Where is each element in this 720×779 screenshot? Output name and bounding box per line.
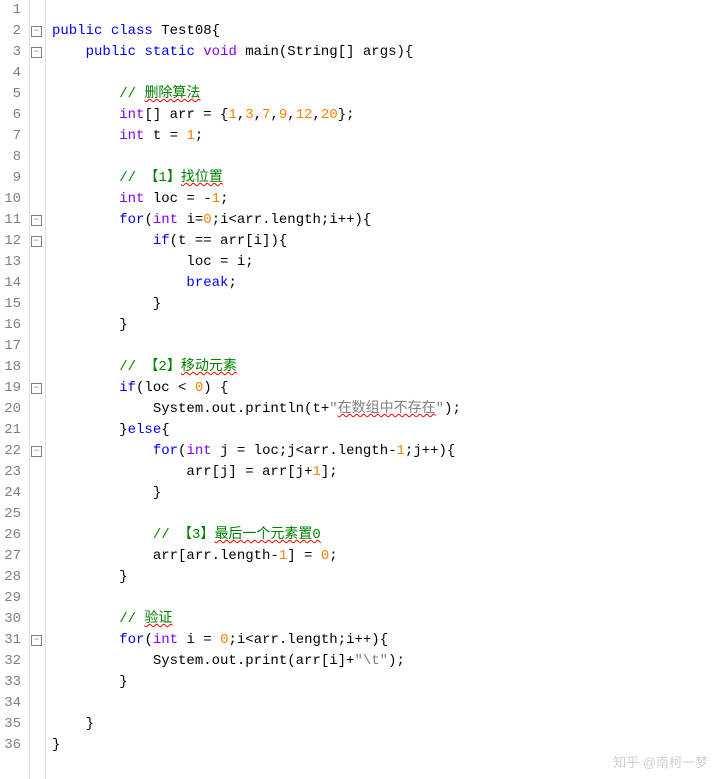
code-line[interactable]: for(int j = loc;j<arr.length-1;j++){ — [52, 441, 720, 462]
code-line[interactable] — [52, 588, 720, 609]
code-line[interactable]: } — [52, 567, 720, 588]
code-line[interactable]: for(int i = 0;i<arr.length;i++){ — [52, 630, 720, 651]
line-number: 8 — [4, 147, 21, 168]
line-number: 11 — [4, 210, 21, 231]
code-line[interactable] — [52, 336, 720, 357]
line-number: 23 — [4, 462, 21, 483]
code-line[interactable] — [52, 693, 720, 714]
code-line[interactable]: public static void main(String[] args){ — [52, 42, 720, 63]
line-number: 30 — [4, 609, 21, 630]
fold-toggle-icon[interactable]: − — [31, 446, 42, 457]
code-line[interactable]: // 删除算法 — [52, 84, 720, 105]
fold-toggle-icon[interactable]: − — [31, 26, 42, 37]
code-line[interactable]: } — [52, 735, 720, 756]
line-number: 34 — [4, 693, 21, 714]
line-number: 10 — [4, 189, 21, 210]
code-line[interactable]: // 验证 — [52, 609, 720, 630]
code-line[interactable]: int t = 1; — [52, 126, 720, 147]
line-number: 27 — [4, 546, 21, 567]
line-number: 28 — [4, 567, 21, 588]
code-line[interactable]: System.out.println(t+"在数组中不存在"); — [52, 399, 720, 420]
line-number: 5 — [4, 84, 21, 105]
line-number: 16 — [4, 315, 21, 336]
line-number-gutter: 1234567891011121314151617181920212223242… — [0, 0, 30, 779]
code-line[interactable]: if(t == arr[i]){ — [52, 231, 720, 252]
code-area[interactable]: public class Test08{ public static void … — [46, 0, 720, 779]
line-number: 26 — [4, 525, 21, 546]
fold-toggle-icon[interactable]: − — [31, 47, 42, 58]
code-line[interactable]: arr[j] = arr[j+1]; — [52, 462, 720, 483]
line-number: 24 — [4, 483, 21, 504]
line-number: 3 — [4, 42, 21, 63]
line-number: 32 — [4, 651, 21, 672]
line-number: 21 — [4, 420, 21, 441]
line-number: 7 — [4, 126, 21, 147]
code-line[interactable]: // 【2】移动元素 — [52, 357, 720, 378]
code-line[interactable]: } — [52, 294, 720, 315]
code-line[interactable]: }else{ — [52, 420, 720, 441]
line-number: 9 — [4, 168, 21, 189]
line-number: 35 — [4, 714, 21, 735]
code-line[interactable]: } — [52, 315, 720, 336]
line-number: 36 — [4, 735, 21, 756]
code-line[interactable]: int loc = -1; — [52, 189, 720, 210]
line-number: 29 — [4, 588, 21, 609]
code-line[interactable]: } — [52, 672, 720, 693]
fold-column: − − − − − − − — [30, 0, 46, 779]
code-line[interactable]: break; — [52, 273, 720, 294]
code-line[interactable] — [52, 63, 720, 84]
code-line[interactable]: loc = i; — [52, 252, 720, 273]
code-line[interactable]: } — [52, 714, 720, 735]
line-number: 15 — [4, 294, 21, 315]
code-line[interactable]: int[] arr = {1,3,7,9,12,20}; — [52, 105, 720, 126]
line-number: 13 — [4, 252, 21, 273]
line-number: 1 — [4, 0, 21, 21]
code-line[interactable]: System.out.print(arr[i]+"\t"); — [52, 651, 720, 672]
fold-toggle-icon[interactable]: − — [31, 635, 42, 646]
code-line[interactable]: // 【1】找位置 — [52, 168, 720, 189]
fold-toggle-icon[interactable]: − — [31, 236, 42, 247]
code-line[interactable]: arr[arr.length-1] = 0; — [52, 546, 720, 567]
line-number: 25 — [4, 504, 21, 525]
line-number: 14 — [4, 273, 21, 294]
code-line[interactable] — [52, 147, 720, 168]
code-line[interactable]: if(loc < 0) { — [52, 378, 720, 399]
code-line[interactable]: } — [52, 483, 720, 504]
line-number: 20 — [4, 399, 21, 420]
code-editor: 1234567891011121314151617181920212223242… — [0, 0, 720, 779]
line-number: 6 — [4, 105, 21, 126]
code-line[interactable]: public class Test08{ — [52, 21, 720, 42]
fold-toggle-icon[interactable]: − — [31, 383, 42, 394]
line-number: 4 — [4, 63, 21, 84]
fold-toggle-icon[interactable]: − — [31, 215, 42, 226]
code-line[interactable] — [52, 0, 720, 21]
line-number: 33 — [4, 672, 21, 693]
line-number: 18 — [4, 357, 21, 378]
code-line[interactable]: for(int i=0;i<arr.length;i++){ — [52, 210, 720, 231]
line-number: 31 — [4, 630, 21, 651]
line-number: 19 — [4, 378, 21, 399]
line-number: 17 — [4, 336, 21, 357]
line-number: 22 — [4, 441, 21, 462]
code-line[interactable] — [52, 504, 720, 525]
code-line[interactable]: // 【3】最后一个元素置0 — [52, 525, 720, 546]
line-number: 2 — [4, 21, 21, 42]
line-number: 12 — [4, 231, 21, 252]
